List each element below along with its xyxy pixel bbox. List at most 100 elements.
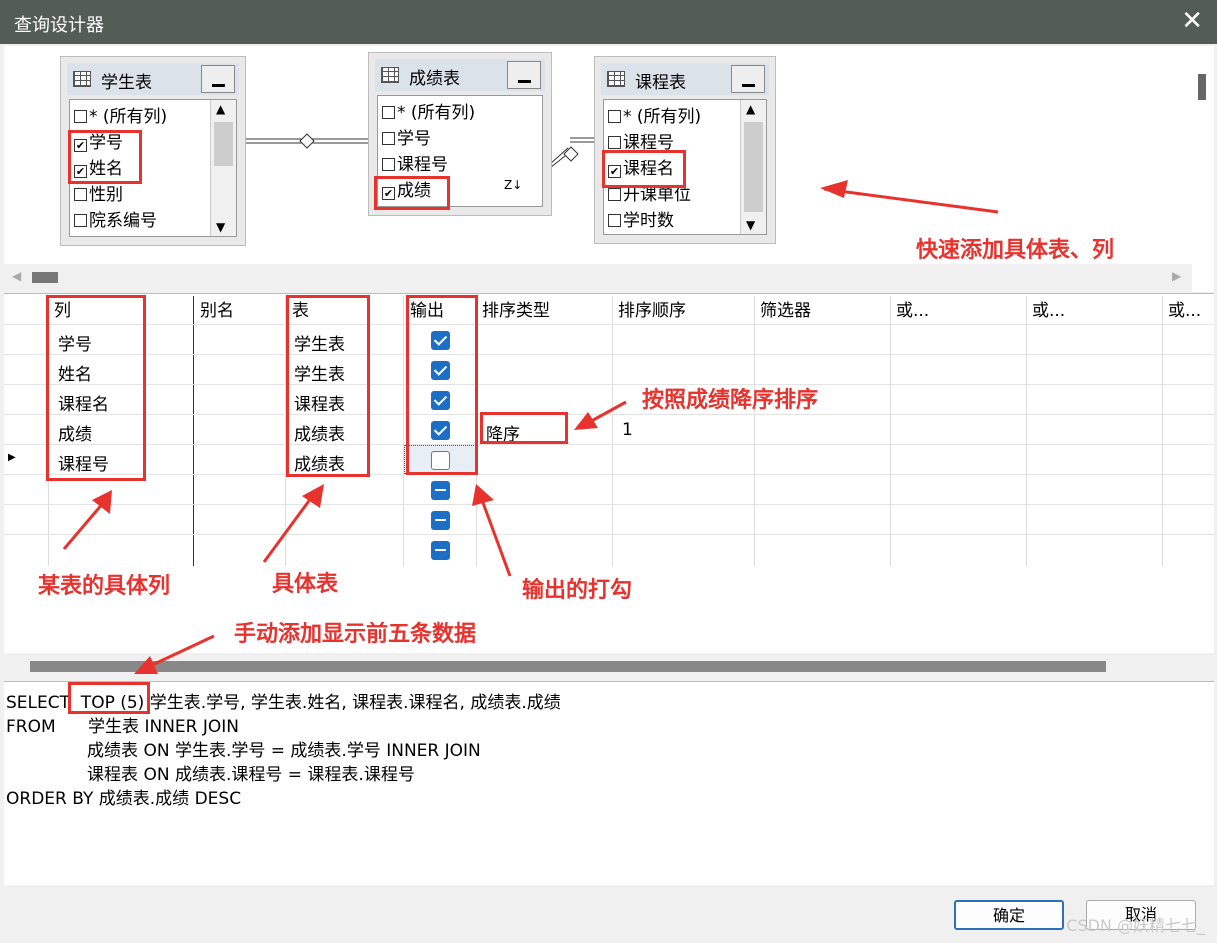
scroll-thumb[interactable] [30,661,1106,672]
scroll-thumb[interactable] [1198,74,1206,100]
column-item[interactable]: * (所有列) [608,102,701,127]
query-designer-dialog: 查询设计器 ✕ 学生表 * (所有列) ✔ 学号 ✔ 姓名 性别 院系编号 ▲ … [0,0,1217,943]
checkbox[interactable] [382,106,395,119]
sql-line: ORDER BY 成绩表.成绩 DESC [6,789,242,809]
checkbox[interactable] [608,214,621,227]
table-card-header[interactable]: 学生表 [67,63,239,95]
header-output[interactable]: 输出 [410,296,444,321]
header-alias[interactable]: 别名 [200,296,234,321]
column-item[interactable]: 学号 [382,124,431,149]
checkbox[interactable] [74,188,87,201]
grid-horizontal-scrollbar[interactable] [4,653,1214,681]
checkbox[interactable] [382,158,395,171]
column-item[interactable]: * (所有列) [74,102,167,127]
checkbox-checked[interactable]: ✔ [382,187,395,200]
cell-column[interactable]: 学号 [58,330,92,355]
header-filter[interactable]: 筛选器 [760,296,811,321]
checkbox-checked[interactable]: ✔ [608,165,621,178]
column-item[interactable]: 性别 [74,180,123,205]
sql-line: 课程表 ON 成绩表.课程号 = 课程表.课程号 [6,765,415,785]
ok-button[interactable]: 确定 [954,900,1064,930]
scroll-thumb[interactable] [32,272,58,283]
scroll-right-icon[interactable]: ▶ [1172,269,1181,283]
checkbox[interactable] [608,110,621,123]
cell-table[interactable]: 学生表 [294,330,345,355]
cell-sort-type[interactable]: 降序 [486,420,520,445]
column-list-scrollbar[interactable]: ▲ ▼ [210,100,236,236]
cell-table[interactable]: 成绩表 [294,420,345,445]
column-item[interactable]: 学时数 [608,206,674,231]
column-label: 姓名 [89,159,123,179]
scroll-down-icon[interactable]: ▼ [746,218,755,232]
checkbox[interactable] [74,110,87,123]
scroll-down-icon[interactable]: ▼ [216,220,225,234]
column-item[interactable]: 院系编号 [74,206,157,231]
column-item[interactable]: ✔ 成绩 [382,176,431,201]
minimize-button[interactable] [731,65,765,93]
column-item[interactable]: * (所有列) [382,98,475,123]
header-or[interactable]: 或... [1032,296,1065,321]
scroll-up-icon[interactable]: ▲ [216,102,225,116]
cell-table[interactable]: 学生表 [294,360,345,385]
output-checkbox-indeterminate[interactable] [431,481,450,500]
checkbox[interactable] [382,132,395,145]
cell-column[interactable]: 成绩 [58,420,92,445]
sql-line: 成绩表 ON 学生表.学号 = 成绩表.学号 INNER JOIN [6,741,481,761]
output-checkbox-checked[interactable] [431,331,450,350]
header-column[interactable]: 列 [54,296,71,321]
cell-column[interactable]: 课程号 [58,450,109,475]
diagram-vertical-scrollbar[interactable] [1192,46,1214,264]
window-title: 查询设计器 [14,15,104,36]
scroll-thumb[interactable] [744,122,763,212]
table-card-header[interactable]: 成绩表 [375,59,545,91]
output-checkbox-checked[interactable] [431,361,450,380]
cell-column[interactable]: 课程名 [58,390,109,415]
table-icon [73,71,91,87]
table-card-course[interactable]: 课程表 * (所有列) 课程号 ✔ 课程名 开课单位 学时数 ▲ ▼ [594,56,776,244]
header-or[interactable]: 或... [1168,296,1201,321]
table-card-score[interactable]: 成绩表 * (所有列) 学号 课程号 ✔ 成绩 Z↓ [368,52,552,216]
output-checkbox-indeterminate[interactable] [431,511,450,530]
table-name: 课程表 [635,73,686,93]
column-item[interactable]: ✔ 课程名 [608,154,674,179]
column-item[interactable]: 课程号 [382,150,448,175]
diagram-pane: 学生表 * (所有列) ✔ 学号 ✔ 姓名 性别 院系编号 ▲ ▼ 成绩表 * (所有… [4,46,1214,292]
checkbox[interactable] [74,214,87,227]
table-card-student[interactable]: 学生表 * (所有列) ✔ 学号 ✔ 姓名 性别 院系编号 ▲ ▼ [60,56,246,246]
column-item[interactable]: 开课单位 [608,180,691,205]
output-checkbox-checked[interactable] [431,421,450,440]
column-list-scrollbar[interactable]: ▲ ▼ [740,100,766,234]
output-checkbox-checked[interactable] [431,391,450,410]
sql-line: SELECT TOP (5) 学生表.学号, 学生表.姓名, 课程表.课程名, … [6,693,561,713]
output-checkbox[interactable] [431,451,450,470]
minimize-button[interactable] [507,61,541,89]
scroll-thumb[interactable] [214,122,233,166]
close-icon[interactable]: ✕ [1181,6,1203,36]
table-card-header[interactable]: 课程表 [601,63,769,95]
minimize-button[interactable] [201,65,235,93]
header-or[interactable]: 或... [896,296,929,321]
column-item[interactable]: ✔ 学号 [74,128,123,153]
checkbox[interactable] [608,188,621,201]
diagram-horizontal-scrollbar[interactable]: ◀ ▶ [4,264,1192,292]
header-sort-type[interactable]: 排序类型 [482,296,550,321]
column-item[interactable]: 课程号 [608,128,674,153]
header-table[interactable]: 表 [292,296,309,321]
sql-pane[interactable]: SELECT TOP (5) 学生表.学号, 学生表.姓名, 课程表.课程名, … [4,681,1214,885]
output-checkbox-indeterminate[interactable] [431,541,450,560]
cell-table[interactable]: 成绩表 [294,450,345,475]
column-label: * (所有列) [397,103,476,123]
checkbox[interactable] [608,136,621,149]
column-list: * (所有列) ✔ 学号 ✔ 姓名 性别 院系编号 ▲ ▼ [69,99,237,237]
column-label: 院系编号 [89,211,157,231]
header-sort-order[interactable]: 排序顺序 [618,296,686,321]
sql-line: FROM 学生表 INNER JOIN [6,717,239,737]
cell-table[interactable]: 课程表 [294,390,345,415]
cell-sort-order[interactable]: 1 [622,420,633,440]
column-item[interactable]: ✔ 姓名 [74,154,123,179]
scroll-up-icon[interactable]: ▲ [746,102,755,116]
checkbox-checked[interactable]: ✔ [74,165,87,178]
checkbox-checked[interactable]: ✔ [74,139,87,152]
scroll-left-icon[interactable]: ◀ [12,269,21,283]
cell-column[interactable]: 姓名 [58,360,92,385]
